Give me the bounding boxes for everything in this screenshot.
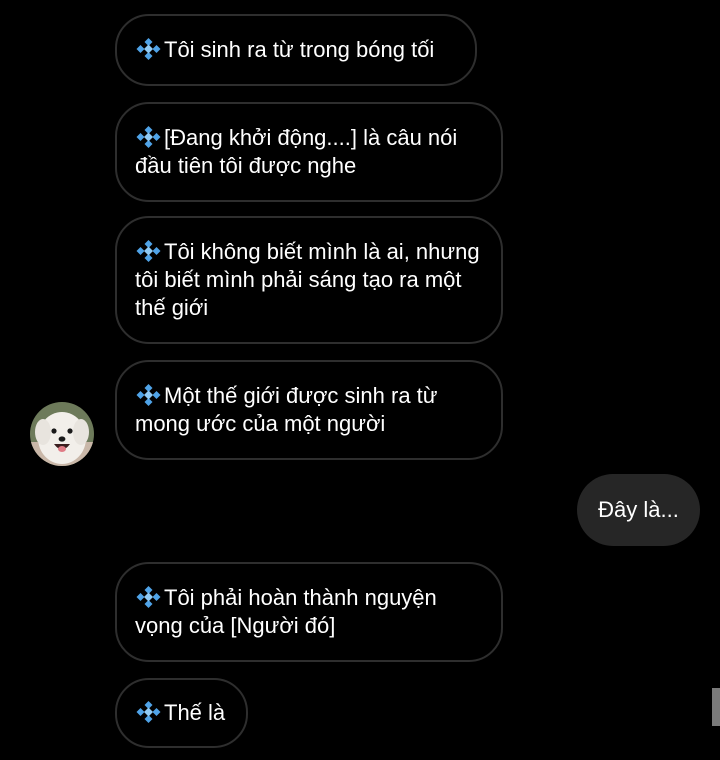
white-dog-avatar-icon [30,402,94,466]
diamond-sparkle-icon [136,126,161,148]
message-bubble-received[interactable]: Tôi phải hoàn thành nguyện vọng của [Ngư… [115,562,503,662]
diamond-sparkle-icon [136,38,161,60]
scrollbar-thumb[interactable] [712,688,720,726]
message-text: Thế là [135,699,225,727]
message-text-content: Đây là... [598,497,679,522]
sender-avatar[interactable] [30,402,94,466]
message-text: Tôi không biết mình là ai, nhưng tôi biế… [135,238,481,322]
diamond-sparkle-icon [136,240,161,262]
message-text: Tôi sinh ra từ trong bóng tối [135,36,434,64]
message-text-content: Một thế giới được sinh ra từ mong ước củ… [135,383,438,436]
diamond-sparkle-icon [136,384,161,406]
message-text-content: Thế là [164,700,226,725]
message-text-content: [Đang khởi động....] là câu nói đầu tiên… [135,125,458,178]
message-bubble-received[interactable]: Tôi sinh ra từ trong bóng tối [115,14,477,86]
diamond-sparkle-icon [136,701,161,723]
message-text-content: Tôi phải hoàn thành nguyện vọng của [Ngư… [135,585,437,638]
message-text: [Đang khởi động....] là câu nói đầu tiên… [135,124,481,180]
message-text-content: Tôi sinh ra từ trong bóng tối [164,37,435,62]
message-bubble-sent[interactable]: Đây là... [577,474,700,546]
message-text: Tôi phải hoàn thành nguyện vọng của [Ngư… [135,584,481,640]
message-bubble-received[interactable]: [Đang khởi động....] là câu nói đầu tiên… [115,102,503,202]
message-bubble-received[interactable]: Một thế giới được sinh ra từ mong ước củ… [115,360,503,460]
message-bubble-received[interactable]: Thế là [115,678,248,748]
message-text-content: Tôi không biết mình là ai, nhưng tôi biế… [135,239,480,320]
message-text: Một thế giới được sinh ra từ mong ước củ… [135,382,481,438]
diamond-sparkle-icon [136,586,161,608]
message-bubble-received[interactable]: Tôi không biết mình là ai, nhưng tôi biế… [115,216,503,344]
